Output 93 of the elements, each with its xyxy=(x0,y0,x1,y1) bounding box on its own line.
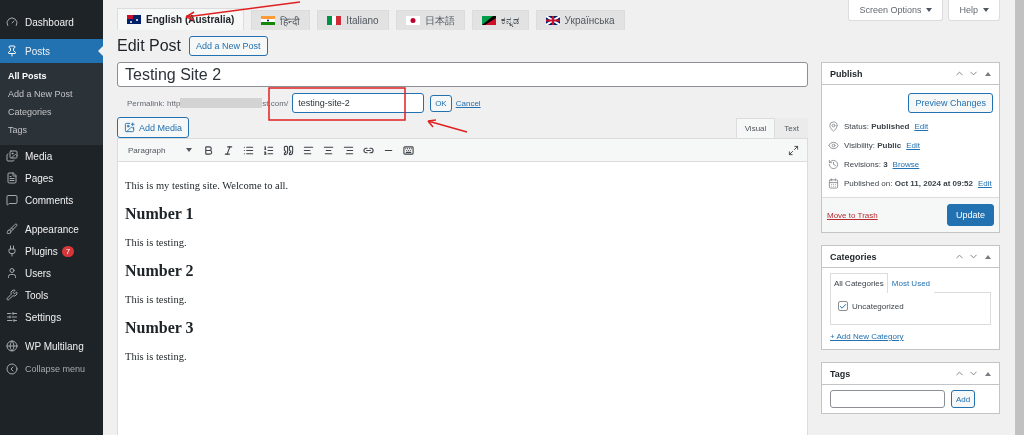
flag-icon xyxy=(127,15,141,24)
sliders-icon xyxy=(6,311,18,323)
help-button[interactable]: Help xyxy=(948,0,1000,21)
slug-field[interactable]: testing-site-2 xyxy=(292,93,425,113)
tag-field[interactable] xyxy=(830,390,945,408)
sidebar-item[interactable]: Dashboard xyxy=(0,11,103,33)
language-tab[interactable]: Українська xyxy=(535,10,625,30)
user-icon xyxy=(6,267,18,279)
edit-link[interactable]: Browse xyxy=(892,160,920,169)
move-to-trash-link[interactable]: Move to Trash xyxy=(827,210,878,220)
collapse-icon xyxy=(6,363,18,375)
permalink-label: Permalink: http xyxy=(127,98,181,108)
language-tab[interactable]: हिन्दी xyxy=(251,10,311,30)
edit-link[interactable]: Edit xyxy=(914,122,929,131)
pin-icon xyxy=(828,121,839,132)
tab-label: Italiano xyxy=(346,15,379,26)
globe-icon xyxy=(6,340,18,352)
ok-button[interactable]: OK xyxy=(430,94,452,112)
flag-icon xyxy=(261,16,276,25)
images-icon xyxy=(6,150,18,162)
edit-link[interactable]: Edit xyxy=(906,141,921,150)
annotation-arrow xyxy=(427,119,468,133)
content-paragraph: This is testing. xyxy=(125,294,188,305)
format-select[interactable]: Paragraph xyxy=(124,142,196,158)
screen-options-button[interactable]: Screen Options xyxy=(848,0,944,21)
panel-title: Categories xyxy=(830,251,877,262)
content-heading: Number 1 xyxy=(125,205,195,223)
publish-info: Visibility: Public xyxy=(844,141,902,150)
history-icon xyxy=(828,159,839,170)
submenu-item[interactable]: All Posts xyxy=(0,67,103,85)
category-tab[interactable]: All Categories xyxy=(830,273,888,293)
content-paragraph: This is testing. xyxy=(125,351,188,362)
sidebar-item[interactable]: Plugins 7 xyxy=(0,240,103,262)
preview-changes-button[interactable]: Preview Changes xyxy=(908,93,993,113)
cancel-link[interactable]: Cancel xyxy=(455,98,481,108)
sidebar-item[interactable]: Settings xyxy=(0,306,103,328)
sidebar-item[interactable]: Comments xyxy=(0,189,103,211)
flag-icon xyxy=(481,16,496,25)
sidebar-item[interactable]: Media xyxy=(0,145,103,167)
page-title: Edit Post xyxy=(117,37,182,55)
count-badge: 7 xyxy=(61,245,75,257)
tab-label: Українська xyxy=(564,15,615,26)
panel-title: Tags xyxy=(830,368,851,379)
tab-label: English (Australia) xyxy=(146,14,235,25)
add-new-category-link[interactable]: + Add New Category xyxy=(830,332,904,341)
eye-icon xyxy=(828,140,839,151)
tab-label: ಕನ್ನಡ xyxy=(500,14,519,27)
submenu-item[interactable]: Add a New Post xyxy=(0,85,103,103)
update-button[interactable]: Update xyxy=(946,204,994,226)
sidebar-item[interactable]: Users xyxy=(0,262,103,284)
title-field[interactable]: Testing Site 2 xyxy=(117,62,808,87)
language-tab[interactable]: Italiano xyxy=(317,10,389,30)
sidebar-item[interactable]: Pages xyxy=(0,167,103,189)
content-heading: Number 3 xyxy=(125,319,195,337)
edit-link[interactable]: Edit xyxy=(978,179,992,188)
flag-icon xyxy=(327,16,342,25)
submenu-item[interactable]: Categories xyxy=(0,103,103,121)
add-new-post-button[interactable]: Add a New Post xyxy=(189,36,268,56)
brush-icon xyxy=(6,223,18,235)
checkbox[interactable] xyxy=(838,301,848,311)
sidebar-item[interactable]: WP Multilang xyxy=(0,335,103,357)
page-icon xyxy=(6,172,18,184)
content-heading: Number 2 xyxy=(125,262,195,280)
speech-bubble-icon xyxy=(6,194,18,206)
gauge-icon xyxy=(6,16,18,28)
flag-icon xyxy=(545,16,560,25)
plug-icon xyxy=(6,245,18,257)
tab-label: 日本語 xyxy=(424,13,455,28)
publish-info: Revisions: 3 xyxy=(844,160,888,169)
media-icon xyxy=(124,122,135,133)
add-tag-button[interactable]: Add xyxy=(951,390,976,408)
tab-label: हिन्दी xyxy=(280,14,301,28)
content-paragraph: This is testing. xyxy=(125,237,188,248)
collapse-menu-button[interactable]: Collapse menu xyxy=(0,357,103,381)
wrench-icon xyxy=(6,289,18,301)
language-tab[interactable]: ಕನ್ನಡ xyxy=(471,10,529,30)
sidebar-item[interactable]: Posts xyxy=(0,39,103,63)
submenu-item[interactable]: Tags xyxy=(0,121,103,139)
sidebar-item[interactable]: Appearance xyxy=(0,218,103,240)
sidebar-item[interactable]: Tools xyxy=(0,284,103,306)
calendar-icon xyxy=(828,178,839,189)
pin-icon xyxy=(6,45,18,57)
panel-title: Publish xyxy=(830,68,863,79)
editor-tab[interactable]: Text xyxy=(775,118,808,138)
language-tab[interactable]: 日本語 xyxy=(395,10,465,30)
category-label: Uncategorized xyxy=(852,301,904,311)
language-tab[interactable]: English (Australia) xyxy=(117,8,245,30)
publish-info: Status: Published xyxy=(844,122,910,131)
content-paragraph: This is my testing site. Welcome to all. xyxy=(125,180,290,191)
editor-tab[interactable]: Visual xyxy=(735,118,776,138)
publish-info: Published on: Oct 11, 2024 at 09:52 xyxy=(844,179,973,188)
add-media-button[interactable]: Add Media xyxy=(117,117,190,138)
flag-icon xyxy=(405,16,420,25)
